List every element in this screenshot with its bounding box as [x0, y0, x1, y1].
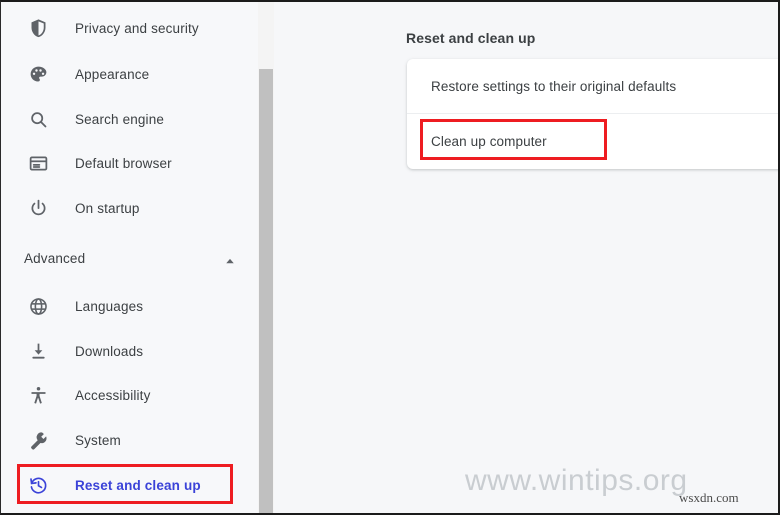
watermark-secondary: wsxdn.com [679, 490, 739, 505]
sidebar-section-advanced[interactable]: Advanced [1, 240, 258, 282]
sidebar-item-search-engine[interactable]: Search engine [1, 97, 258, 141]
sidebar-item-label: Languages [75, 298, 144, 314]
watermark-primary: www.wintips.org [465, 464, 688, 497]
sidebar-section-advanced-label: Advanced [24, 251, 86, 266]
chrome-settings-screenshot: Privacy and security Appearance Search e… [0, 0, 780, 515]
globe-icon [27, 295, 49, 317]
sidebar-scrollbar-thumb[interactable] [259, 69, 273, 513]
chevron-up-icon[interactable] [221, 252, 239, 270]
sidebar-item-label: On startup [75, 200, 140, 216]
card-row-label: Clean up computer [431, 133, 547, 149]
settings-main-panel: Reset and clean up Restore settings to t… [274, 2, 778, 513]
search-icon [27, 108, 49, 130]
sidebar-item-system[interactable]: System [1, 418, 258, 462]
sidebar-item-accessibility[interactable]: Accessibility [1, 373, 258, 417]
wrench-icon [27, 429, 49, 451]
sidebar-item-downloads[interactable]: Downloads [1, 329, 258, 373]
sidebar-item-reset-and-clean-up[interactable]: Reset and clean up [1, 463, 258, 507]
sidebar-item-label: Appearance [75, 66, 150, 82]
shield-icon [27, 17, 49, 39]
sidebar-item-label: Reset and clean up [75, 477, 201, 493]
palette-icon [27, 63, 49, 85]
browser-window-icon [27, 152, 49, 174]
sidebar-item-label: Default browser [75, 155, 172, 171]
sidebar-item-label: System [75, 432, 121, 448]
reset-and-clean-up-card: Restore settings to their original defau… [407, 59, 778, 169]
sidebar-item-label: Downloads [75, 343, 144, 359]
sidebar-item-languages[interactable]: Languages [1, 284, 258, 328]
settings-sidebar: Privacy and security Appearance Search e… [1, 2, 258, 513]
card-row-restore-settings[interactable]: Restore settings to their original defau… [407, 59, 778, 113]
power-icon [27, 197, 49, 219]
download-icon [27, 340, 49, 362]
sidebar-item-appearance[interactable]: Appearance [1, 52, 258, 96]
sidebar-item-label: Search engine [75, 111, 165, 127]
sidebar-item-default-browser[interactable]: Default browser [1, 141, 258, 185]
card-row-clean-up-computer[interactable]: Clean up computer [407, 113, 778, 168]
sidebar-item-privacy-and-security[interactable]: Privacy and security [1, 6, 258, 50]
sidebar-item-label: Accessibility [75, 387, 151, 403]
page-title: Reset and clean up [406, 30, 536, 47]
card-row-label: Restore settings to their original defau… [431, 78, 677, 94]
sidebar-item-label: Privacy and security [75, 20, 199, 36]
sidebar-item-on-startup[interactable]: On startup [1, 186, 258, 230]
history-restore-icon [27, 474, 49, 496]
accessibility-icon [27, 384, 49, 406]
